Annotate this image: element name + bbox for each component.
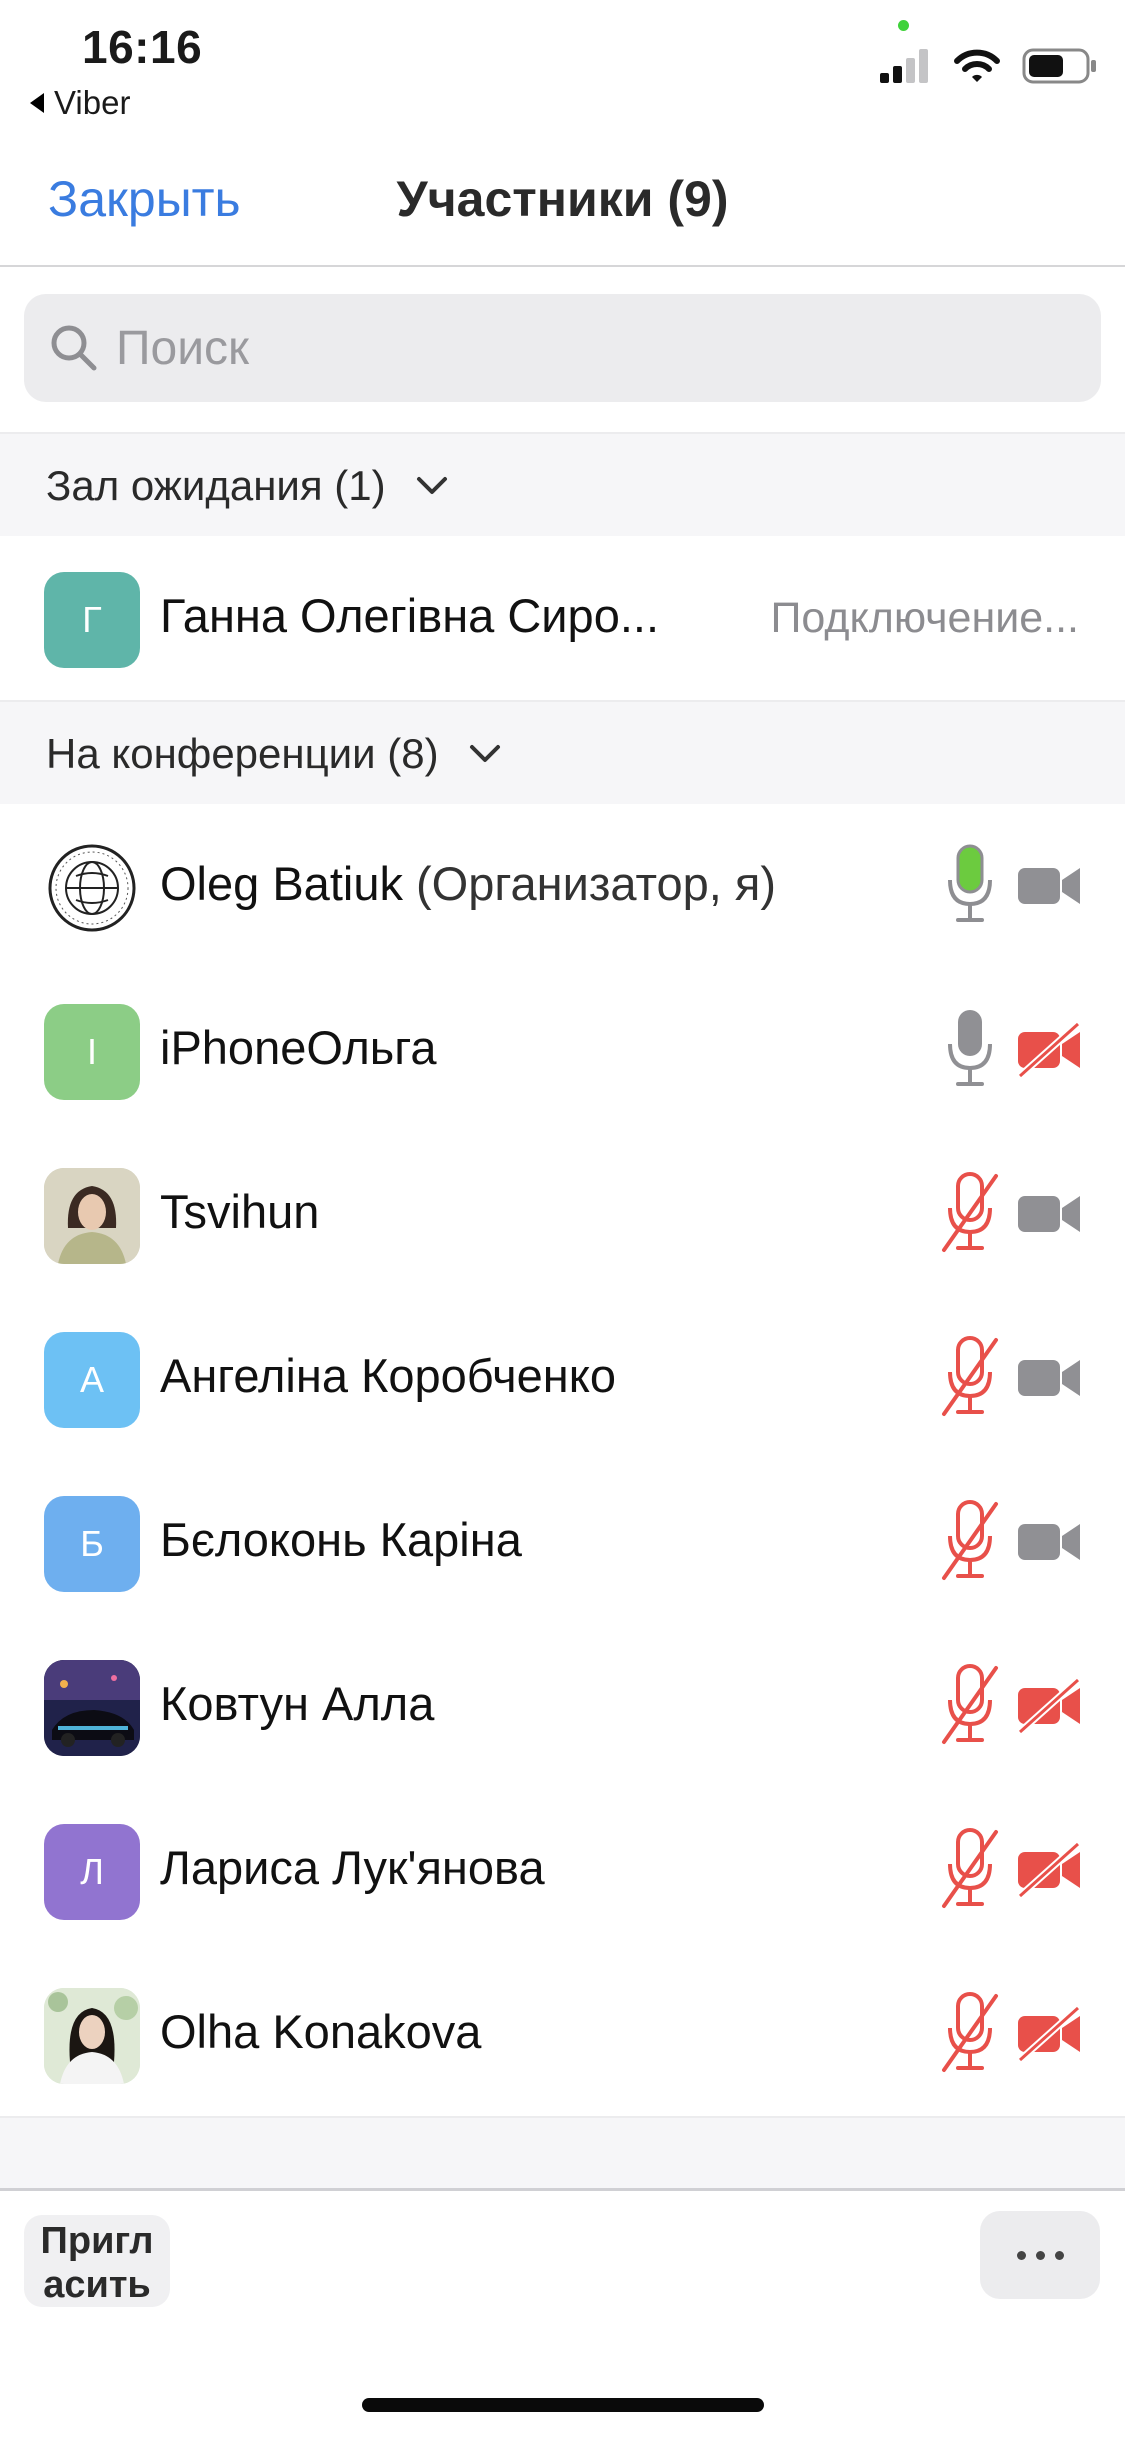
microphone-active-icon[interactable] <box>940 842 1000 928</box>
participant-name: Tsvihun <box>160 1185 320 1238</box>
participant-row[interactable]: Olha Konakova <box>0 1952 1125 2118</box>
avatar <box>44 840 140 936</box>
participant-row[interactable]: Oleg Batiuk (Организатор, я) <box>0 804 1125 970</box>
microphone-muted-icon[interactable] <box>940 1498 1000 1584</box>
back-to-app-link[interactable]: Viber <box>30 84 130 122</box>
participant-row[interactable]: А Ангеліна Коробченко <box>0 1296 1125 1462</box>
wifi-icon <box>954 49 1000 82</box>
video-camera-off-icon[interactable] <box>1016 1678 1082 1734</box>
participant-status: Подключение... <box>770 594 1080 642</box>
video-camera-off-icon[interactable] <box>1016 1022 1082 1078</box>
invite-label-line1: Пригл <box>40 2220 154 2262</box>
participant-row[interactable]: Tsvihun <box>0 1132 1125 1298</box>
more-icon <box>1016 2250 1026 2260</box>
status-time: 16:16 <box>82 21 203 73</box>
participant-row[interactable]: Ковтун Алла <box>0 1624 1125 1790</box>
participant-name: Oleg Batiuk (Организатор, я) <box>160 856 776 911</box>
profile-photo-icon <box>44 1988 140 2084</box>
avatar <box>44 1988 140 2084</box>
video-camera-icon[interactable] <box>1016 1514 1082 1570</box>
more-icon <box>1054 2250 1064 2260</box>
battery-icon <box>1022 48 1096 84</box>
microphone-muted-icon[interactable] <box>940 1334 1000 1420</box>
microphone-muted-icon[interactable] <box>940 1990 1000 2076</box>
chevron-down-icon <box>416 477 447 494</box>
participant-name: iPhoneОльга <box>160 1021 437 1074</box>
waiting-participant-row[interactable]: Г Ганна Олегівна Сиро... Подключение... <box>0 536 1125 702</box>
search-icon <box>51 325 97 371</box>
video-camera-off-icon[interactable] <box>1016 2006 1082 2062</box>
chevron-down-icon <box>469 745 500 762</box>
microphone-muted-icon[interactable] <box>940 1662 1000 1748</box>
close-button[interactable]: Закрыть <box>48 170 241 228</box>
waiting-room-section-header[interactable]: Зал ожидания (1) <box>0 432 1125 540</box>
microphone-icon[interactable] <box>940 1006 1000 1092</box>
video-camera-icon[interactable] <box>1016 858 1082 914</box>
participant-role: (Организатор, я) <box>416 857 776 910</box>
signal-icon <box>880 49 928 83</box>
avatar: I <box>44 1004 140 1100</box>
participant-row[interactable]: Л Лариса Лук'янова <box>0 1788 1125 1954</box>
waiting-room-label: Зал ожидания (1) <box>46 462 386 509</box>
list-footer-space <box>0 2118 1125 2188</box>
avatar: Г <box>44 572 140 668</box>
microphone-muted-icon[interactable] <box>940 1170 1000 1256</box>
participant-name: Лариса Лук'янова <box>160 1841 545 1894</box>
search-input[interactable] <box>114 319 1018 377</box>
video-camera-icon[interactable] <box>1016 1186 1082 1242</box>
participant-name-text: Oleg Batiuk <box>160 857 403 910</box>
participant-name: Ганна Олегівна Сиро... <box>160 589 660 642</box>
home-indicator[interactable] <box>362 2398 764 2412</box>
avatar: Л <box>44 1824 140 1920</box>
participant-name: Olha Konakova <box>160 2005 482 2058</box>
avatar: Б <box>44 1496 140 1592</box>
search-bar[interactable] <box>24 294 1101 402</box>
invite-label-line2: асить <box>43 2264 151 2306</box>
microphone-muted-icon[interactable] <box>940 1826 1000 1912</box>
participant-row[interactable]: I iPhoneОльга <box>0 968 1125 1134</box>
avatar: А <box>44 1332 140 1428</box>
avatar <box>44 1168 140 1264</box>
video-camera-icon[interactable] <box>1016 1350 1082 1406</box>
video-camera-off-icon[interactable] <box>1016 1842 1082 1898</box>
back-app-label: Viber <box>54 84 131 121</box>
invite-button[interactable]: Пригл асить <box>24 2215 170 2307</box>
in-meeting-label: На конференции (8) <box>46 730 439 777</box>
participant-row[interactable]: Б Бєлоконь Каріна <box>0 1460 1125 1626</box>
profile-photo-icon <box>44 1168 140 1264</box>
organization-logo-icon <box>48 844 136 932</box>
privacy-indicator-dot <box>898 20 909 31</box>
participant-name: Бєлоконь Каріна <box>160 1513 522 1566</box>
profile-photo-icon <box>44 1660 140 1756</box>
participant-name: Ангеліна Коробченко <box>160 1349 616 1402</box>
back-arrow-icon <box>30 93 44 113</box>
participant-name: Ковтун Алла <box>160 1677 435 1730</box>
participants-header: Участники (9) Закрыть <box>0 150 1125 267</box>
more-options-button[interactable] <box>980 2211 1100 2299</box>
avatar <box>44 1660 140 1756</box>
in-meeting-section-header[interactable]: На конференции (8) <box>0 700 1125 808</box>
more-icon <box>1035 2250 1045 2260</box>
